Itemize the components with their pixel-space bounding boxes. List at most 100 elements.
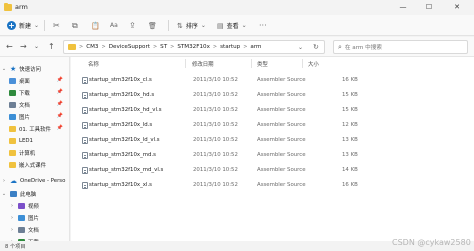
file-row[interactable]: startup_stm32f10x_md_vl.s 2011/3/10 10:5… <box>75 165 395 176</box>
new-button[interactable]: + 新建 ⌄ <box>7 19 39 32</box>
file-row[interactable]: startup_stm32f10x_hd_vl.s 2011/3/10 10:5… <box>75 105 395 116</box>
share-button[interactable]: ⇪ <box>129 19 136 32</box>
file-date: 2011/3/10 10:52 <box>193 122 238 128</box>
chevron-down-icon: ⌄ <box>241 22 247 29</box>
file-icon <box>82 92 88 99</box>
column-header-name[interactable]: 名称 <box>88 60 99 68</box>
sidebar-item-computer[interactable]: 计算机 <box>9 147 35 158</box>
file-name: startup_stm32f10x_hd_vl.s <box>89 107 162 113</box>
chevron-down-icon[interactable]: ⌄ <box>1 191 7 197</box>
file-name: startup_stm32f10x_md.s <box>89 152 156 158</box>
sidebar-item-documents[interactable]: 文档 <box>9 99 30 110</box>
sidebar-item-onedrive[interactable]: › ☁ OneDrive - Perso <box>1 175 65 186</box>
toolbar-divider <box>168 20 169 31</box>
breadcrumb-separator: > <box>152 44 158 50</box>
picture-icon <box>18 214 25 221</box>
file-date: 2011/3/10 10:52 <box>193 77 238 83</box>
breadcrumb-item[interactable]: startup <box>220 44 240 50</box>
more-button[interactable]: ··· <box>259 19 267 32</box>
file-size: 15 KB <box>342 107 358 113</box>
title-bar: arm — ☐ ✕ <box>0 0 474 15</box>
breadcrumb-item[interactable]: ST <box>160 44 167 50</box>
file-row[interactable]: startup_stm32f10x_ld_vl.s 2011/3/10 10:5… <box>75 135 395 146</box>
refresh-icon[interactable]: ↻ <box>313 43 319 51</box>
column-divider[interactable] <box>185 59 186 68</box>
column-header-type[interactable]: 类型 <box>257 60 268 68</box>
sidebar-item-label: OneDrive - Perso <box>20 177 66 184</box>
sidebar-item-pc-documents[interactable]: › 文档 <box>9 224 39 235</box>
sidebar-item-tools[interactable]: 01. 工具软件 <box>9 123 51 134</box>
breadcrumb-item[interactable]: CM3 <box>86 44 98 50</box>
rename-button[interactable]: Aa <box>110 19 118 32</box>
chevron-right-icon[interactable]: › <box>9 227 15 233</box>
command-bar: + 新建 ⌄ ✂ ⧉ 📋 Aa ⇪ 🗑 ⇅ 排序 ⌄ ▤ 查看 ⌄ ··· <box>0 15 474 36</box>
sidebar-item-led1[interactable]: LED1 <box>9 135 33 146</box>
view-icon: ▤ <box>217 21 224 30</box>
sidebar-item-courseware[interactable]: 嵌入式课件 <box>9 159 46 170</box>
column-header-size[interactable]: 大小 <box>308 60 319 68</box>
breadcrumb-item-current[interactable]: arm <box>250 44 261 50</box>
file-icon <box>82 137 88 144</box>
file-row[interactable]: startup_stm32f10x_ld.s 2011/3/10 10:52 A… <box>75 120 395 131</box>
delete-button[interactable]: 🗑 <box>148 19 157 32</box>
file-icon <box>82 77 88 84</box>
file-size: 13 KB <box>342 137 358 143</box>
copy-button[interactable]: ⧉ <box>72 19 78 32</box>
file-size: 15 KB <box>342 92 358 98</box>
plus-icon: + <box>7 21 16 30</box>
column-divider[interactable] <box>302 59 303 68</box>
chevron-right-icon[interactable]: › <box>9 215 15 221</box>
file-row[interactable]: startup_stm32f10x_md.s 2011/3/10 10:52 A… <box>75 150 395 161</box>
sidebar-item-videos[interactable]: › 视频 <box>9 200 39 211</box>
file-row[interactable]: startup_stm32f10x_cl.s 2011/3/10 10:52 A… <box>75 75 395 86</box>
file-date: 2011/3/10 10:52 <box>193 167 238 173</box>
minimize-button[interactable]: — <box>392 0 414 13</box>
recent-locations-icon[interactable]: ⌄ <box>34 43 39 50</box>
cut-button[interactable]: ✂ <box>53 19 60 32</box>
paste-button[interactable]: 📋 <box>91 19 100 32</box>
sidebar-item-this-pc[interactable]: ⌄ 此电脑 <box>1 188 36 199</box>
share-icon: ⇪ <box>129 21 136 30</box>
sidebar-item-desktop[interactable]: 桌面 <box>9 75 30 86</box>
chevron-right-icon[interactable]: › <box>9 203 15 209</box>
sidebar-item-downloads[interactable]: 下载 <box>9 87 30 98</box>
maximize-button[interactable]: ☐ <box>418 0 440 13</box>
navigation-bar: ← → ⌄ ↑ > CM3 > DeviceSupport > ST > STM… <box>0 37 474 57</box>
column-divider[interactable] <box>251 59 252 68</box>
sidebar-item-pc-pictures[interactable]: › 图片 <box>9 212 39 223</box>
file-row[interactable]: startup_stm32f10x_xl.s 2011/3/10 10:52 A… <box>75 180 395 191</box>
address-dropdown-icon[interactable]: ⌄ <box>298 44 303 51</box>
back-arrow-icon[interactable]: ← <box>6 42 13 51</box>
file-date: 2011/3/10 10:52 <box>193 92 238 98</box>
sidebar-item-quick-access[interactable]: ⌄ ★ 快速访问 <box>1 63 41 74</box>
forward-arrow-icon[interactable]: → <box>20 42 27 51</box>
pin-icon: 📌 <box>56 89 63 95</box>
document-icon <box>9 101 16 108</box>
file-icon <box>82 182 88 189</box>
sidebar-item-pictures[interactable]: 图片 <box>9 111 30 122</box>
pin-icon: 📌 <box>56 77 63 83</box>
breadcrumb-separator: > <box>170 44 175 50</box>
up-arrow-icon[interactable]: ↑ <box>48 42 55 51</box>
sidebar-item-label: 下载 <box>19 90 30 97</box>
sidebar-item-label: 视频 <box>28 203 39 210</box>
sidebar-item-label: 文档 <box>28 227 39 234</box>
sort-button[interactable]: ⇅ 排序 ⌄ <box>177 19 206 32</box>
desktop-icon <box>9 77 16 84</box>
chevron-down-icon[interactable]: ⌄ <box>1 66 7 72</box>
file-type: Assembler Source <box>257 107 306 113</box>
clipboard-icon: 📋 <box>91 21 100 30</box>
column-header-date[interactable]: 修改日期 <box>192 60 214 68</box>
toolbar-divider <box>44 20 45 31</box>
breadcrumb-item[interactable]: STM32F10x <box>177 44 210 50</box>
file-row[interactable]: startup_stm32f10x_hd.s 2011/3/10 10:52 A… <box>75 90 395 101</box>
file-type: Assembler Source <box>257 167 306 173</box>
folder-icon <box>9 161 16 168</box>
address-bar[interactable]: > CM3 > DeviceSupport > ST > STM32F10x >… <box>63 40 325 54</box>
search-input[interactable]: ⌕ 在 arm 中搜索 <box>333 40 468 54</box>
view-button[interactable]: ▤ 查看 ⌄ <box>217 19 247 32</box>
breadcrumb-item[interactable]: DeviceSupport <box>109 44 150 50</box>
close-button[interactable]: ✕ <box>446 0 468 13</box>
chevron-right-icon[interactable]: › <box>1 178 7 184</box>
file-name: startup_stm32f10x_ld_vl.s <box>89 137 160 143</box>
